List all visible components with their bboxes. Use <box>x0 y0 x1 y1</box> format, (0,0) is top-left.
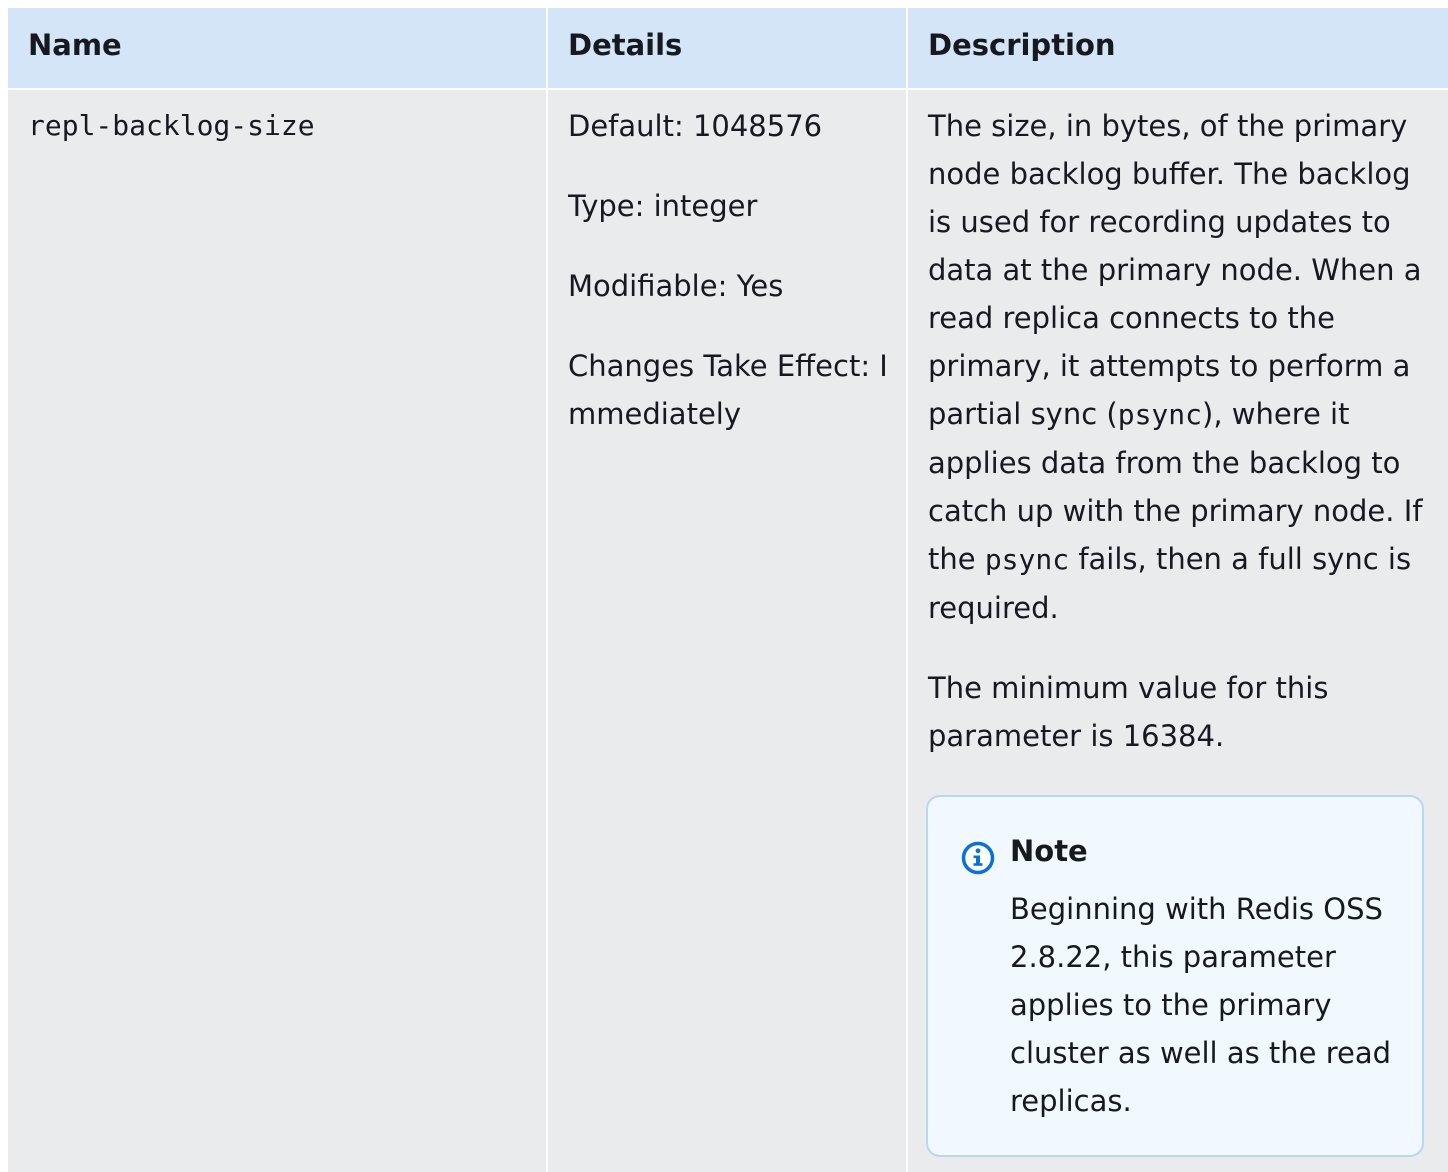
inline-code-psync: psync <box>984 543 1070 576</box>
note-title: Note <box>1010 834 1088 868</box>
note-callout: Note Beginning with Redis OSS 2.8.22, th… <box>926 795 1424 1157</box>
detail-default: Default: 1048576 <box>568 109 823 143</box>
parameter-name: repl-backlog-size <box>28 109 315 142</box>
detail-type: Type: integer <box>568 189 758 223</box>
table-header-row: Name Details Description <box>8 8 1448 88</box>
info-icon <box>961 841 995 875</box>
details-cell: Default: 1048576 Type: integer Modifiabl… <box>568 102 906 502</box>
minimum-value-paragraph: The minimum value for this parameter is … <box>928 671 1329 753</box>
description-text: The size, in bytes, of the primary node … <box>928 109 1422 431</box>
description-cell: The size, in bytes, of the primary node … <box>928 102 1428 792</box>
note-body: Beginning with Redis OSS 2.8.22, this pa… <box>1010 892 1392 1118</box>
header-description: Description <box>928 28 1116 62</box>
row-divider <box>8 88 1448 90</box>
header-details: Details <box>568 28 683 62</box>
inline-code-psync: psync <box>1117 398 1203 431</box>
description-paragraph: The size, in bytes, of the primary node … <box>928 102 1428 632</box>
parameter-table: Name Details Description repl-backlog-si… <box>8 8 1448 1172</box>
detail-changes-take-effect: Changes Take Effect: Immediately <box>568 349 888 431</box>
column-divider <box>546 8 548 1172</box>
header-name: Name <box>28 28 122 62</box>
detail-modifiable: Modifiable: Yes <box>568 269 784 303</box>
column-divider <box>906 8 908 1172</box>
